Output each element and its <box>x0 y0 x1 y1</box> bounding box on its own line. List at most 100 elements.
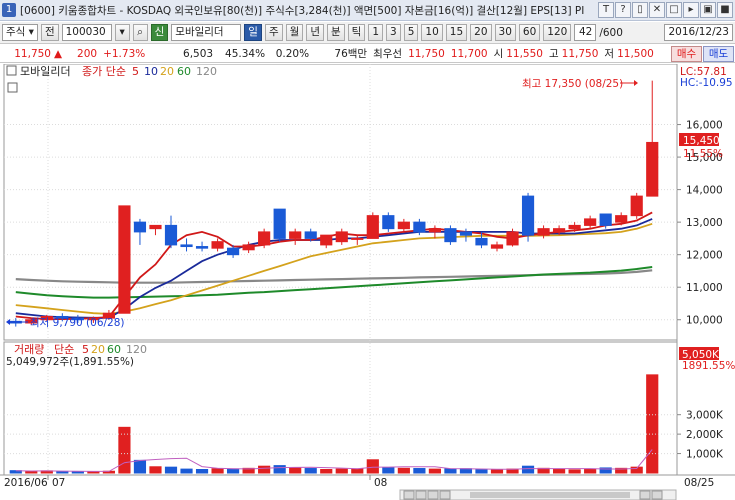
interval-3[interactable]: 3 <box>386 24 401 41</box>
price-legend-name: 모바일리더 <box>20 64 71 78</box>
volume-bar <box>584 468 597 474</box>
zoom-in-button[interactable] <box>639 490 651 500</box>
scroll-first-button[interactable] <box>403 490 415 500</box>
volume-bar <box>459 468 473 474</box>
interval-15[interactable]: 15 <box>445 24 468 41</box>
price-tick-label: 13,000 <box>686 217 723 229</box>
period-minute[interactable]: 분 <box>326 24 345 41</box>
legend-ma10: 10 <box>144 65 158 78</box>
volume-bar <box>553 469 566 474</box>
volume-bar <box>521 465 535 474</box>
volume-bar <box>428 468 441 474</box>
scroll-prev-button[interactable] <box>415 490 427 500</box>
interval-120[interactable]: 120 <box>543 24 572 41</box>
price-legend-series: 종가 단순 <box>82 65 126 78</box>
candle-body <box>382 215 395 230</box>
volume-bar <box>227 468 240 474</box>
layout-icon[interactable]: ▣ <box>700 2 716 18</box>
help-icon[interactable]: ? <box>615 2 631 18</box>
zoom-out-button[interactable] <box>651 490 663 500</box>
stop-icon[interactable]: ■ <box>717 2 733 18</box>
volume-bar <box>475 469 488 474</box>
window-number: 1 <box>2 3 16 17</box>
price-change: 200 <box>77 47 98 60</box>
low-annotation: 최저 9,790 (06/28) <box>30 317 125 329</box>
volume-bar <box>335 468 348 474</box>
candle-body <box>428 228 441 233</box>
volume-bar <box>133 459 147 474</box>
close-pin-icon[interactable]: ✕ <box>649 2 665 18</box>
interval-20[interactable]: 20 <box>470 24 492 41</box>
interval-30[interactable]: 30 <box>494 24 516 41</box>
volume-value: 6,503 <box>183 47 214 60</box>
period-month[interactable]: 월 <box>285 24 304 41</box>
market-select[interactable]: 주식 ▾ <box>2 24 38 41</box>
x-label-08: 08 <box>374 477 387 489</box>
x-label-07: 07 <box>52 477 65 489</box>
period-tick[interactable]: 틱 <box>347 24 366 41</box>
code-input[interactable]: 100030 <box>61 24 112 41</box>
candle-body <box>149 224 162 230</box>
buy-button[interactable]: 매수 <box>671 46 702 62</box>
period-day[interactable]: 일 <box>244 24 262 41</box>
volume-bar <box>258 465 271 474</box>
restore-icon[interactable]: □ <box>666 2 682 18</box>
best-price-label: 최우선 <box>373 48 403 60</box>
text-icon[interactable]: T <box>598 2 614 18</box>
interval-5[interactable]: 5 <box>403 24 419 41</box>
scroll-thumb[interactable] <box>470 492 630 498</box>
candle-body <box>646 141 659 197</box>
candle-body <box>242 244 255 251</box>
code-dropdown-icon[interactable]: ▾ <box>114 24 130 41</box>
candle-body <box>320 234 333 246</box>
volume-bar <box>646 374 659 474</box>
up-arrow-icon: ▲ <box>54 47 63 60</box>
legend-ma20: 20 <box>160 65 174 78</box>
interval-10[interactable]: 10 <box>421 24 443 41</box>
volume-bar <box>87 471 100 474</box>
candle-body <box>273 208 286 239</box>
panel-menu-icon[interactable] <box>6 65 17 76</box>
volume-tick-label: 3,000K <box>686 410 724 422</box>
volume-bar <box>397 467 410 474</box>
grid-toggle-icon[interactable] <box>7 82 18 93</box>
interval-1[interactable]: 1 <box>368 24 384 41</box>
candle-body <box>180 244 193 248</box>
window-icon[interactable]: ▯ <box>632 2 648 18</box>
toolbar: 주식 ▾ 전 100030 ▾ ⌕ 신 모바일리더 일 주 월 년 분 틱 1 … <box>0 22 735 44</box>
price-tick-label: 14,000 <box>686 185 723 197</box>
legend-ma60: 60 <box>177 65 191 78</box>
count-input[interactable]: 42 <box>574 24 597 41</box>
candle-body <box>521 195 535 236</box>
candle-body <box>584 218 597 226</box>
trade-value: 76백만 <box>334 48 368 60</box>
date-field[interactable]: 2016/12/23 <box>664 24 733 41</box>
titlebar-icons: T ? ▯ ✕ □ ▸ ▣ ■ <box>598 2 733 18</box>
ask-price: 11,750 <box>408 47 445 60</box>
candle-body <box>366 215 379 239</box>
sell-button[interactable]: 매도 <box>703 46 734 62</box>
open-price: 11,550 <box>506 47 543 60</box>
candle-body <box>335 231 348 243</box>
chart-area[interactable]: 모바일리더 종가 단순 5 10 20 60 120 LC:57.81 HC:-… <box>0 63 735 500</box>
scroll-last-button[interactable] <box>439 490 451 500</box>
period-year[interactable]: 년 <box>306 24 324 41</box>
candle-body <box>133 221 147 233</box>
all-button[interactable]: 전 <box>40 24 59 41</box>
vol-legend-120: 120 <box>126 343 147 356</box>
volume-bar <box>490 469 504 474</box>
price-tick-label: 16,000 <box>686 120 723 132</box>
period-week[interactable]: 주 <box>264 24 283 41</box>
scroll-next-button[interactable] <box>427 490 439 500</box>
price-tick-label: 12,000 <box>686 250 723 262</box>
volume-ratio: 45.34% <box>225 47 266 60</box>
vol-last-pct: 1891.55% <box>682 360 735 372</box>
price-volume-chart[interactable]: 모바일리더 종가 단순 5 10 20 60 120 LC:57.81 HC:-… <box>0 63 735 500</box>
play-icon[interactable]: ▸ <box>683 2 699 18</box>
volume-bar <box>351 468 364 474</box>
interval-60[interactable]: 60 <box>518 24 541 41</box>
window-title: [0600] 키움종합차트 - KOSDAQ 외국인보유[80(천)] 주식수[… <box>20 4 585 17</box>
volume-bar <box>56 470 69 474</box>
price-bar: 11,750 ▲ 200 +1.73% 6,503 45.34% 0.20% 7… <box>0 45 735 63</box>
search-icon[interactable]: ⌕ <box>132 24 148 41</box>
